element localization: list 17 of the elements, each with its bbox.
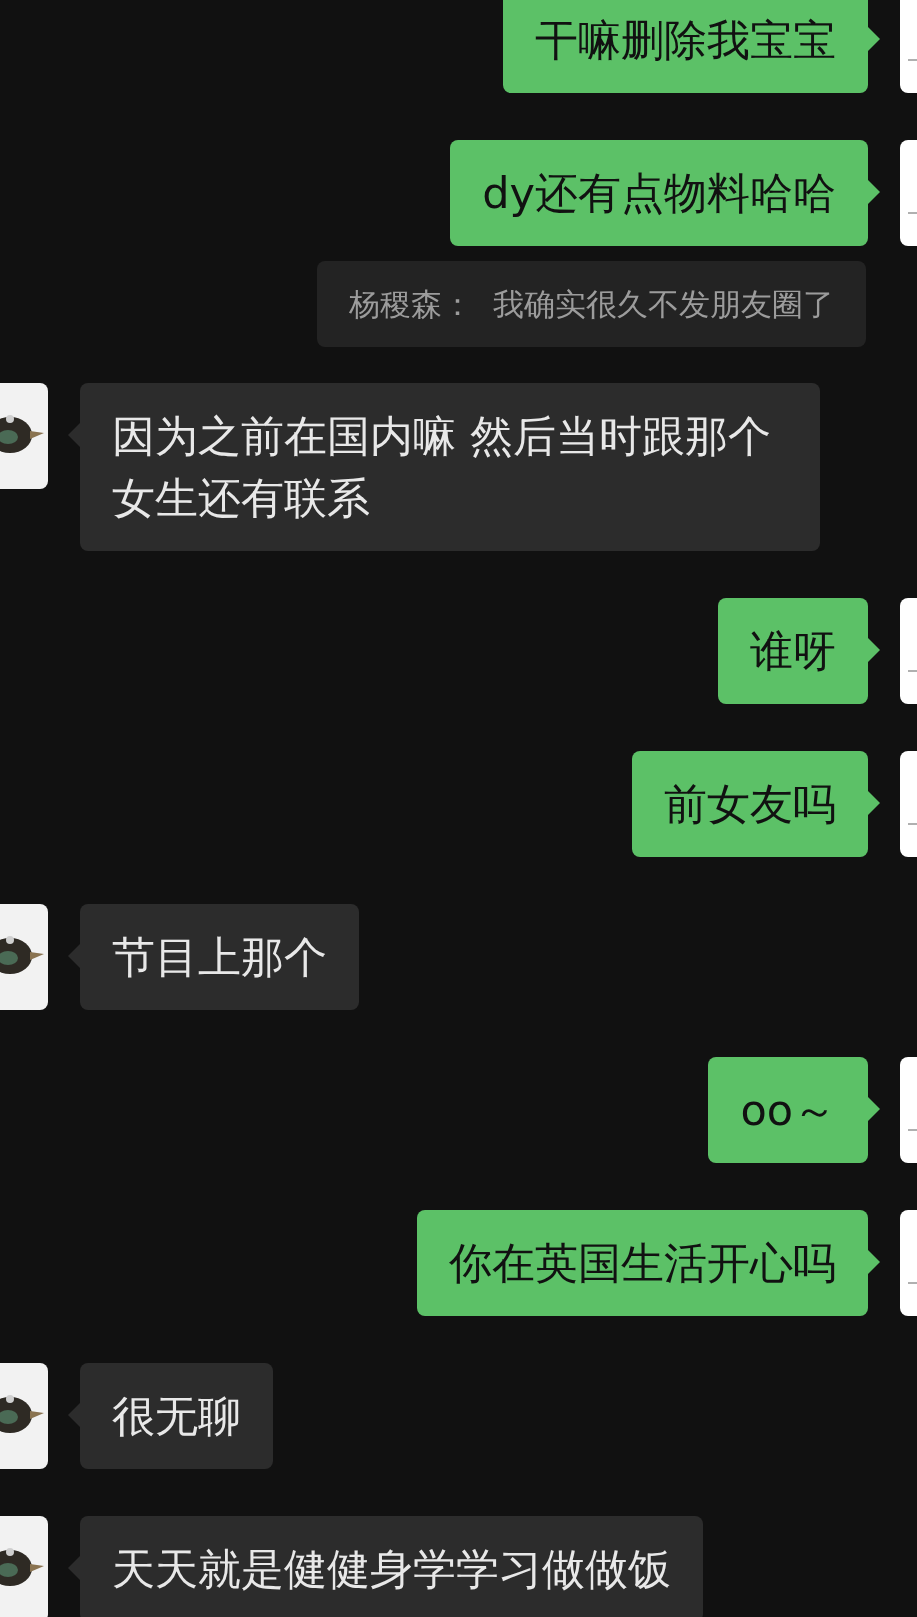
- bubble-tail: [868, 791, 880, 815]
- message-bubble: oo～: [708, 1057, 868, 1163]
- quoted-message: 杨稷森： 我确实很久不发朋友圈了: [317, 261, 866, 347]
- bubble-tail: [868, 27, 880, 51]
- message-bubble: 你在英国生活开心吗: [417, 1210, 868, 1316]
- message-bubble: 节目上那个: [80, 904, 359, 1010]
- bubble-tail: [868, 638, 880, 662]
- bubble-tail: [868, 1250, 880, 1274]
- message-bubble: 干嘛删除我宝宝: [503, 0, 868, 93]
- bubble-tail: [868, 180, 880, 204]
- bubble-tail: [868, 1097, 880, 1121]
- message-bubble: 谁呀: [718, 598, 868, 704]
- message-bubble: 天天就是健健身学学习做做饭: [80, 1516, 703, 1617]
- message-bubble: dy还有点物料哈哈: [450, 140, 868, 246]
- message-bubble: 很无聊: [80, 1363, 273, 1469]
- message-bubble: 因为之前在国内嘛 然后当时跟那个女生还有联系: [80, 383, 820, 551]
- message-bubble: 前女友吗: [632, 751, 868, 857]
